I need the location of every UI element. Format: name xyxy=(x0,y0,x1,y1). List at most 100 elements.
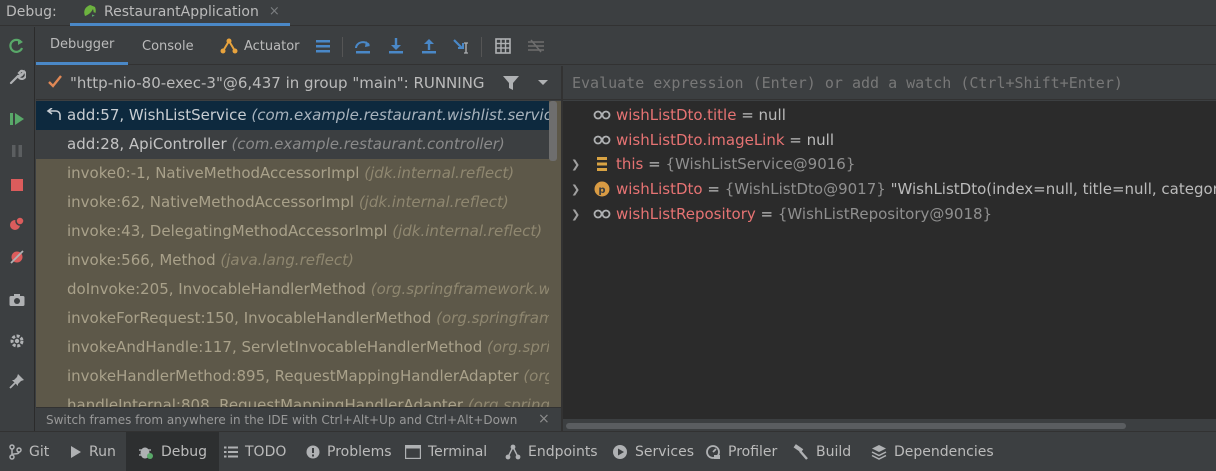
tab-debug-label: Debug xyxy=(161,444,208,460)
frame-method: doInvoke:205, InvocableHandlerMethod xyxy=(67,280,366,298)
settings-wrench-icon[interactable] xyxy=(8,68,26,86)
variable-row[interactable]: ❯ wishListRepository = {WishListReposito… xyxy=(563,202,1216,227)
tab-git-label: Git xyxy=(29,444,50,460)
variable-equals: = xyxy=(643,155,666,173)
tab-profiler[interactable]: Profiler xyxy=(705,432,777,471)
variable-text: wishListDto.imageLink = null xyxy=(616,128,834,153)
frame-row[interactable]: invoke0:-1, NativeMethodAccessorImpl (jd… xyxy=(36,159,549,188)
tab-git[interactable]: Git xyxy=(8,432,49,471)
frame-row[interactable]: doInvoke:205, InvocableHandlerMethod (or… xyxy=(36,275,549,304)
run-config-label: RestaurantApplication xyxy=(104,3,259,20)
settings-gear-icon[interactable] xyxy=(8,332,26,350)
toolbar-separator xyxy=(481,37,482,57)
frame-method: add:28, ApiController xyxy=(67,135,227,153)
tab-debugger[interactable]: Debugger xyxy=(36,27,129,65)
variable-row[interactable]: ❯ this = {WishListService@9016} xyxy=(563,152,1216,177)
build-hammer-icon xyxy=(793,444,809,460)
trace-current-stream-icon[interactable] xyxy=(527,37,545,55)
frame-method: handleInternal:808, RequestMappingHandle… xyxy=(67,396,464,407)
frame-row[interactable]: invokeHandlerMethod:895, RequestMappingH… xyxy=(36,362,549,391)
evaluate-bar xyxy=(563,66,1216,100)
field-stack-icon xyxy=(597,157,607,171)
parameter-icon: p xyxy=(594,181,610,197)
frame-row[interactable]: invoke:62, NativeMethodAccessorImpl (jdk… xyxy=(36,188,549,217)
variable-name: wishListDto.imageLink xyxy=(616,131,785,149)
view-breakpoints-icon[interactable] xyxy=(8,215,26,233)
frames-scrollbar[interactable] xyxy=(549,101,557,161)
stop-icon[interactable] xyxy=(8,176,26,194)
terminal-icon xyxy=(405,445,421,459)
profiler-icon xyxy=(705,444,721,460)
frame-row[interactable]: invoke:43, DelegatingMethodAccessorImpl … xyxy=(36,217,549,246)
variable-equals: = xyxy=(702,180,725,198)
frame-package: (org.springframew xyxy=(436,309,549,327)
svg-text:p: p xyxy=(598,185,605,196)
rerun-icon[interactable] xyxy=(8,37,26,55)
chevron-right-icon[interactable]: ❯ xyxy=(571,202,580,227)
tab-dependencies-label: Dependencies xyxy=(894,444,994,460)
evaluate-expression-input[interactable] xyxy=(563,66,1216,99)
tab-build-label: Build xyxy=(816,444,852,460)
run-icon xyxy=(70,445,82,459)
tool-window-titlebar: Debug: RestaurantApplication × xyxy=(0,0,1216,26)
evaluate-expression-icon[interactable] xyxy=(494,37,512,55)
dependencies-icon xyxy=(871,444,887,460)
step-out-icon[interactable] xyxy=(420,37,438,55)
debug-gutter-toolbar xyxy=(0,27,35,431)
filter-icon[interactable] xyxy=(502,74,520,92)
variable-row[interactable]: ❯ p wishListDto = {WishListDto@9017} "Wi… xyxy=(563,177,1216,202)
tab-problems[interactable]: Problems xyxy=(306,432,392,471)
frame-row[interactable]: add:57, WishListService (com.example.res… xyxy=(36,101,549,130)
frame-package: (jdk.internal.reflect) xyxy=(358,193,509,211)
resume-icon[interactable] xyxy=(8,110,26,128)
close-icon[interactable]: × xyxy=(269,4,280,19)
layout-menu-icon[interactable] xyxy=(314,37,332,55)
frame-package: (org.spring xyxy=(487,338,549,356)
debug-title-label: Debug: xyxy=(6,4,57,20)
mute-breakpoints-icon[interactable] xyxy=(8,248,26,266)
variable-value: "WishListDto(index=null, title=null, cat… xyxy=(890,180,1216,198)
return-arrow-icon xyxy=(46,108,61,120)
variables-horizontal-scrollbar[interactable] xyxy=(563,420,1216,431)
frame-row[interactable]: invokeAndHandle:117, ServletInvocableHan… xyxy=(36,333,549,362)
scrollbar-thumb[interactable] xyxy=(566,423,1126,429)
variable-row[interactable]: wishListDto.imageLink = null xyxy=(563,128,1216,153)
step-into-icon[interactable] xyxy=(387,37,405,55)
tab-console[interactable]: Console xyxy=(128,27,208,65)
tab-services[interactable]: Services xyxy=(612,432,694,471)
tab-todo[interactable]: TODO xyxy=(224,432,286,471)
tab-actuator[interactable]: Actuator xyxy=(220,27,300,65)
variable-type: {WishListDto@9017} xyxy=(724,180,891,198)
pin-icon[interactable] xyxy=(8,372,26,390)
actuator-icon xyxy=(220,38,238,54)
run-to-cursor-icon[interactable] xyxy=(453,37,471,55)
hint-text: Switch frames from anywhere in the IDE w… xyxy=(46,413,518,427)
camera-icon[interactable] xyxy=(8,291,26,309)
tab-terminal[interactable]: Terminal xyxy=(405,432,487,471)
variable-type: {WishListService@9016} xyxy=(665,155,856,173)
variable-row[interactable]: wishListDto.title = null xyxy=(563,103,1216,128)
tab-dependencies[interactable]: Dependencies xyxy=(871,432,994,471)
frame-row[interactable]: invoke:566, Method (java.lang.reflect) xyxy=(36,246,549,275)
watch-icon xyxy=(593,110,611,120)
tab-endpoints[interactable]: Endpoints xyxy=(505,432,598,471)
variable-value: null xyxy=(758,106,786,124)
chevron-right-icon[interactable]: ❯ xyxy=(571,177,580,202)
frame-row[interactable]: handleInternal:808, RequestMappingHandle… xyxy=(36,391,549,407)
close-icon[interactable]: × xyxy=(538,411,550,427)
run-config-tab[interactable]: RestaurantApplication × xyxy=(70,0,290,26)
variable-name: wishListDto xyxy=(616,180,703,198)
chevron-right-icon[interactable]: ❯ xyxy=(571,152,580,177)
thread-selector[interactable]: "http-nio-80-exec-3"@6,437 in group "mai… xyxy=(36,66,561,100)
toolbar-separator xyxy=(342,37,343,57)
frame-method: invoke:62, NativeMethodAccessorImpl xyxy=(67,193,355,211)
pause-icon[interactable] xyxy=(8,142,26,160)
step-over-icon[interactable] xyxy=(354,37,372,55)
frame-row[interactable]: add:28, ApiController (com.example.resta… xyxy=(36,130,549,159)
frame-row[interactable]: invokeForRequest:150, InvocableHandlerMe… xyxy=(36,304,549,333)
chevron-down-icon[interactable] xyxy=(536,75,550,89)
tab-build[interactable]: Build xyxy=(793,432,851,471)
tab-run[interactable]: Run xyxy=(70,432,116,471)
tab-debug[interactable]: Debug xyxy=(126,432,220,471)
services-icon xyxy=(612,444,628,460)
